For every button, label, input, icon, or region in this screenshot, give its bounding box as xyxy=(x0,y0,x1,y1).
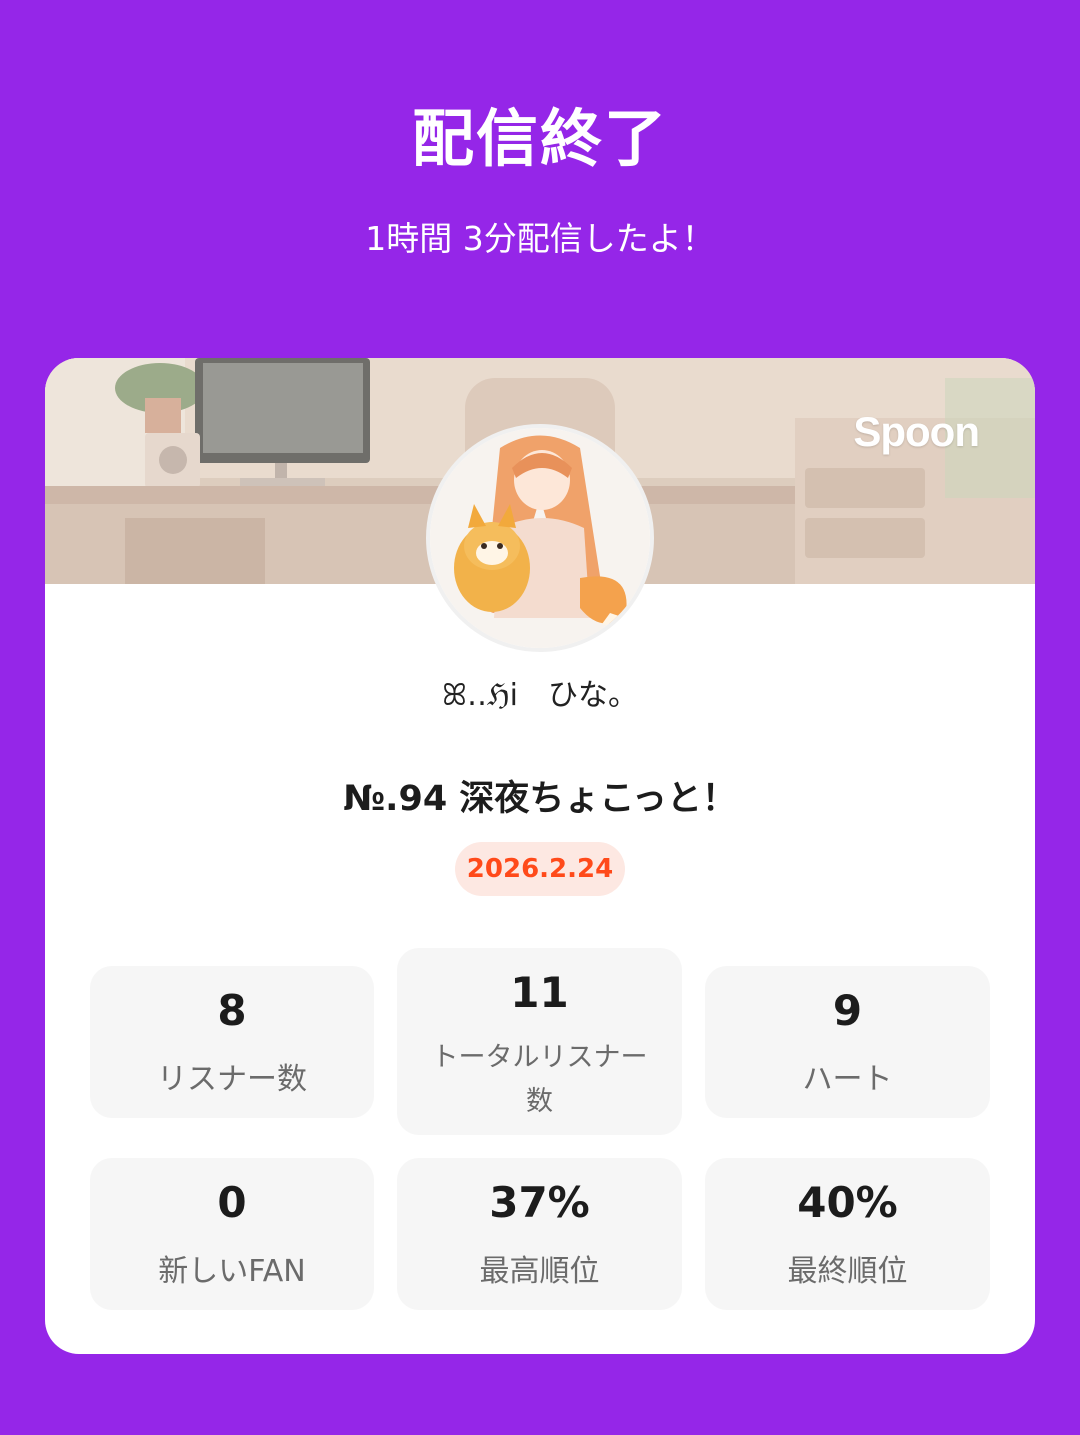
stat-final-rank-label: 最終順位 xyxy=(787,1254,908,1289)
stat-highest-rank-label: 最高順位 xyxy=(479,1254,600,1289)
avatar-illustration xyxy=(430,428,650,648)
avatar xyxy=(426,424,654,652)
stat-listeners: 8 リスナー数 xyxy=(90,966,374,1118)
stat-final-rank: 40% 最終順位 xyxy=(705,1158,990,1310)
stat-new-fans-label: 新しいFAN xyxy=(158,1254,306,1289)
stat-listeners-value: 8 xyxy=(217,986,247,1035)
stat-hearts-label: ハート xyxy=(802,1062,893,1097)
date-badge: 2026.2.24 xyxy=(455,842,625,896)
stat-total-listeners-label: トータルリスナー数 xyxy=(431,1042,648,1117)
stat-highest-rank-value: 37% xyxy=(489,1178,590,1227)
broadcast-title: №.94 深夜ちょこっと！ xyxy=(343,779,737,819)
stat-total-listeners: 11 トータルリスナー数 xyxy=(397,948,682,1135)
stat-final-rank-value: 40% xyxy=(797,1178,898,1227)
page-title: 配信終了 xyxy=(411,102,668,175)
broadcast-summary-card: Spoon ꕤ‥ℌi ひな。 №.94 深夜ちょこっと！ 2026.2.24 8… xyxy=(45,358,1035,1354)
broadcast-duration: 1時間 3分配信したよ！ xyxy=(365,219,715,258)
stat-new-fans-value: 0 xyxy=(217,1178,247,1227)
stat-hearts-value: 9 xyxy=(832,986,863,1035)
stat-new-fans: 0 新しいFAN xyxy=(90,1158,374,1310)
dj-name: ꕤ‥ℌi ひな。 xyxy=(442,678,638,713)
spoon-logo: Spoon xyxy=(853,408,980,455)
stat-hearts: 9 ハート xyxy=(705,966,990,1118)
stat-total-listeners-value: 11 xyxy=(510,968,569,1017)
stat-highest-rank: 37% 最高順位 xyxy=(397,1158,682,1310)
stat-listeners-label: リスナー数 xyxy=(157,1062,307,1097)
